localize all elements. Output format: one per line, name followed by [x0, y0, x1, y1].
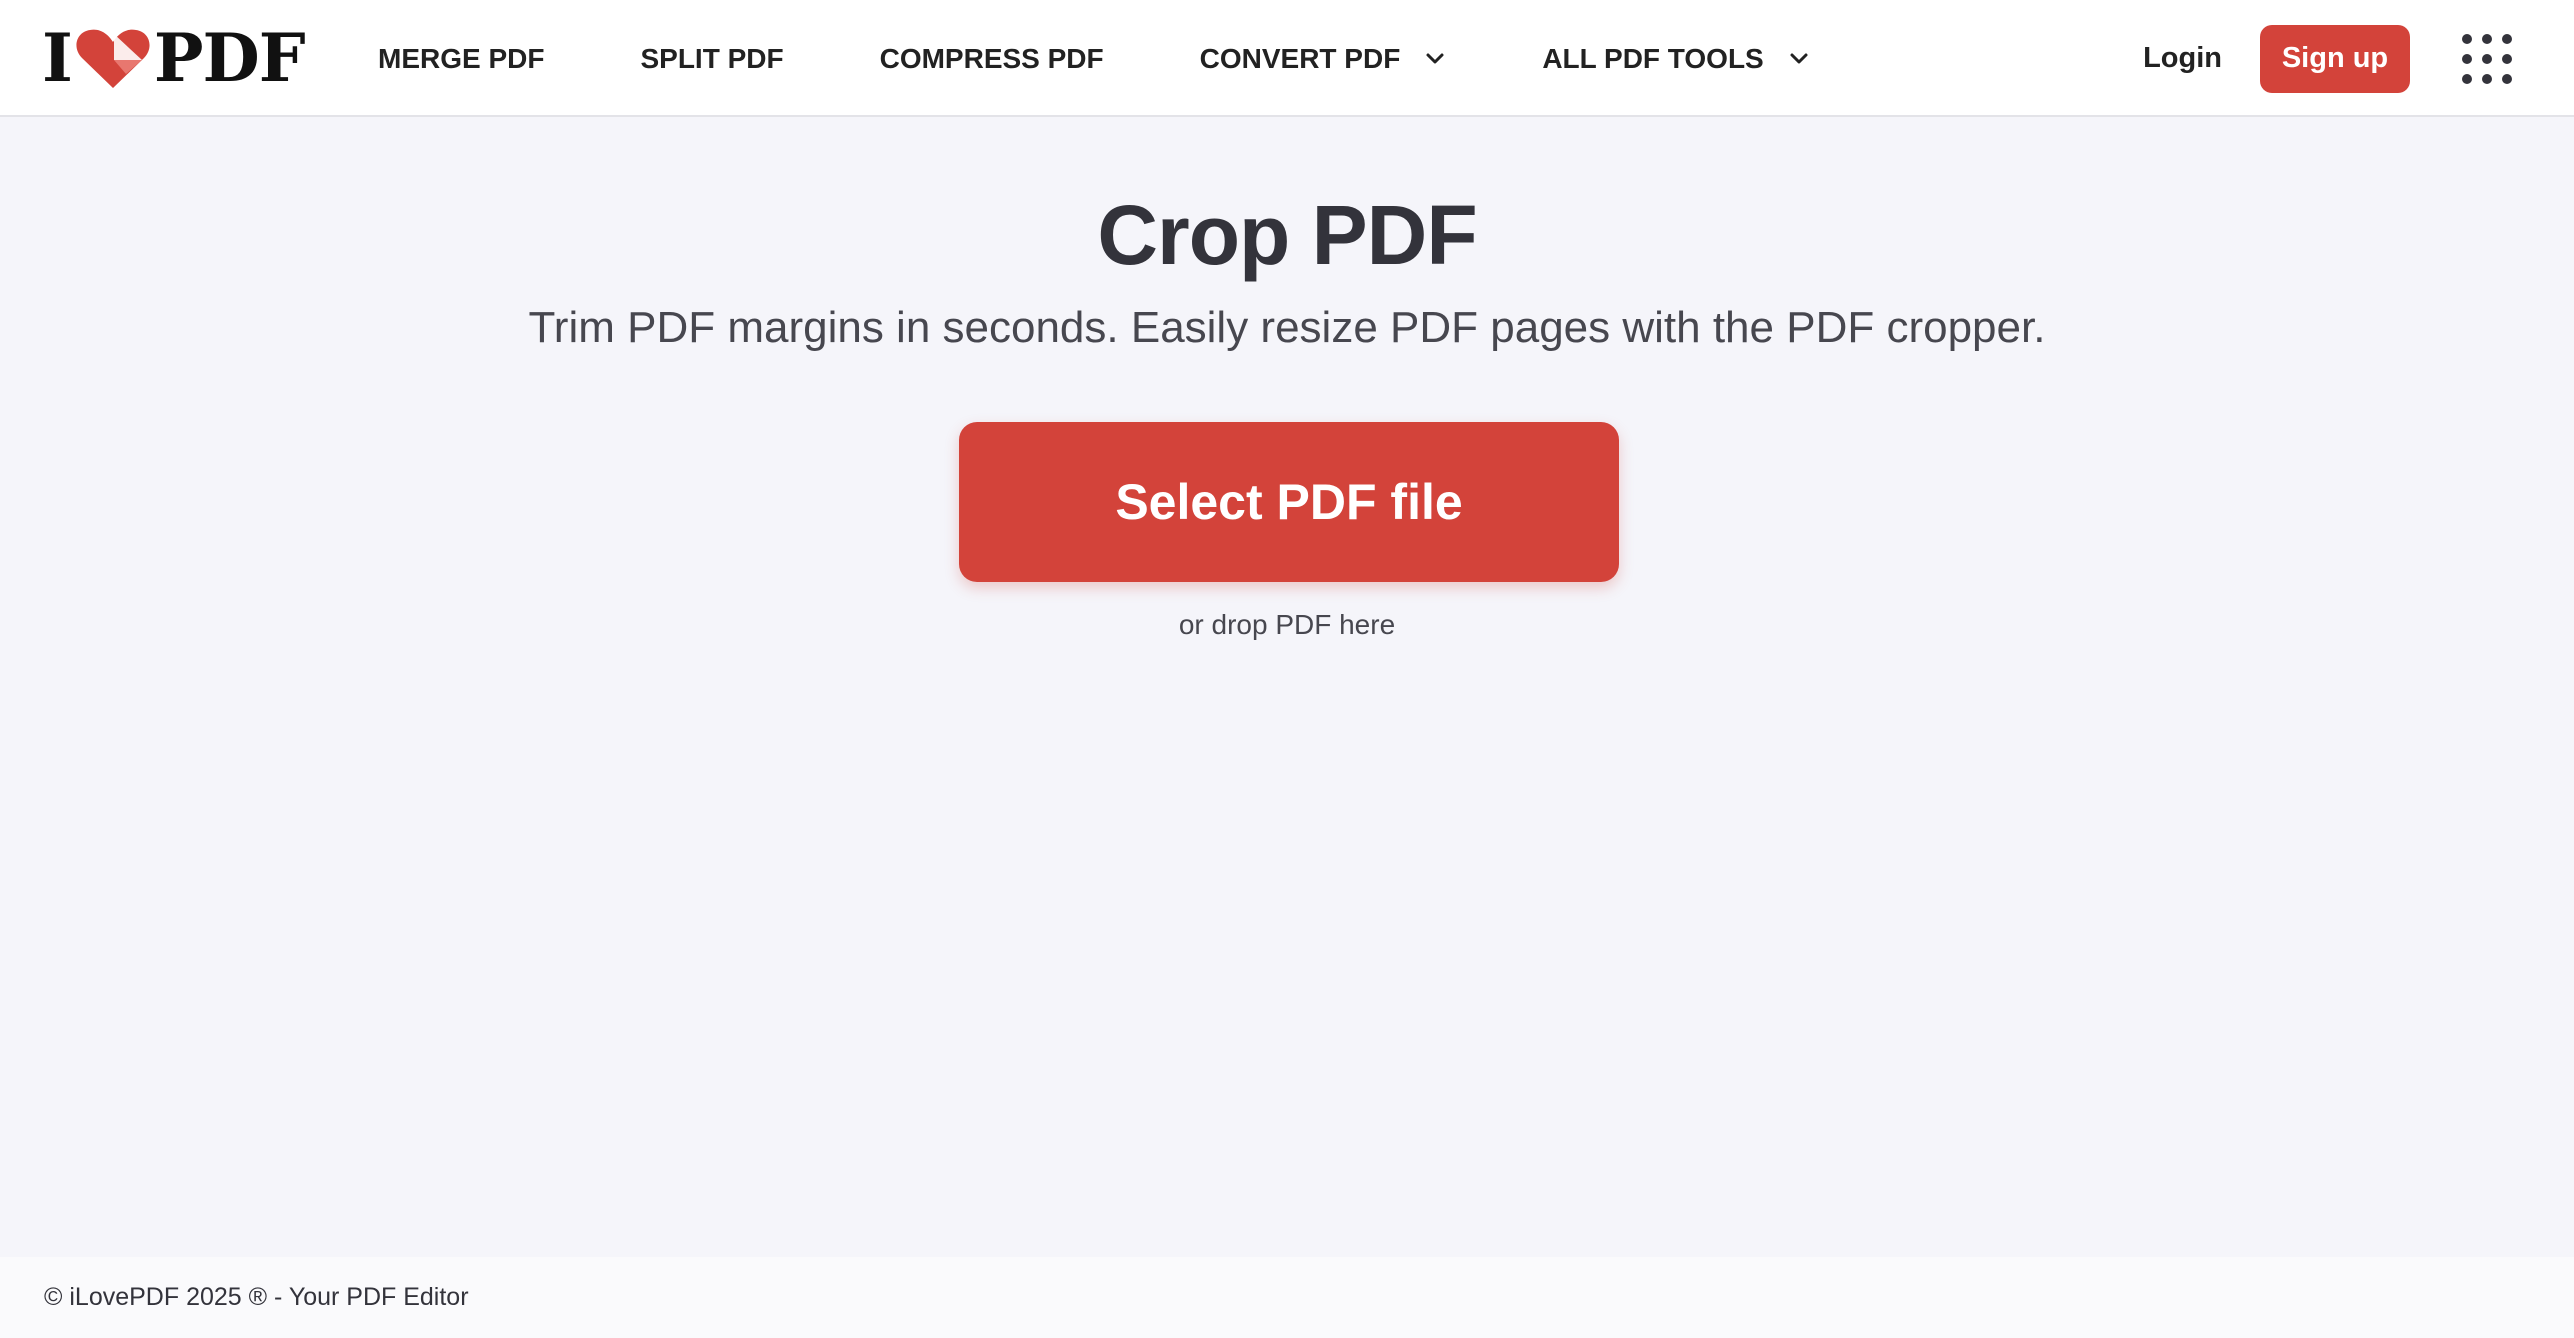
page: I PDF MERGE PDF SPLIT PDF COMPRESS PDF C… [0, 0, 2574, 1338]
nav-label: CONVERT PDF [1199, 42, 1401, 74]
nav-label: COMPRESS PDF [879, 42, 1104, 74]
nav-all-pdf-tools[interactable]: ALL PDF TOOLS [1542, 43, 1809, 75]
drop-zone-hint: or drop PDF here [1178, 609, 1396, 640]
chevron-down-icon [1790, 53, 1808, 63]
main-nav: MERGE PDF SPLIT PDF COMPRESS PDF CONVERT… [378, 0, 1906, 117]
grid-apps-icon[interactable] [2462, 33, 2512, 84]
header-actions: Login Sign up [2143, 0, 2574, 117]
top-header: I PDF MERGE PDF SPLIT PDF COMPRESS PDF C… [0, 0, 2574, 117]
nav-merge-pdf[interactable]: MERGE PDF [378, 43, 544, 75]
ilovepdf-logo[interactable]: I PDF [42, 19, 306, 97]
select-pdf-file-button[interactable]: Select PDF file [959, 422, 1619, 582]
page-subtitle: Trim PDF margins in seconds. Easily resi… [528, 303, 2046, 352]
nav-convert-pdf[interactable]: CONVERT PDF [1200, 43, 1447, 75]
footer-copyright: © iLovePDF 2025 ® - Your PDF Editor [44, 1283, 469, 1311]
heart-icon [76, 29, 150, 88]
login-link[interactable]: Login [2143, 42, 2222, 75]
logo-text-pdf: PDF [153, 19, 306, 97]
nav-label: MERGE PDF [378, 42, 545, 74]
signup-button[interactable]: Sign up [2260, 24, 2410, 93]
footer: © iLovePDF 2025 ® - Your PDF Editor [0, 1257, 2574, 1338]
chevron-down-icon [1426, 53, 1444, 63]
nav-label: SPLIT PDF [640, 42, 784, 74]
nav-label: ALL PDF TOOLS [1542, 42, 1764, 74]
page-title: Crop PDF [1097, 188, 1477, 282]
main-content: Crop PDF Trim PDF margins in seconds. Ea… [0, 119, 2574, 1257]
nav-split-pdf[interactable]: SPLIT PDF [640, 43, 783, 75]
logo-letter-i: I [42, 19, 73, 97]
nav-compress-pdf[interactable]: COMPRESS PDF [880, 43, 1104, 75]
